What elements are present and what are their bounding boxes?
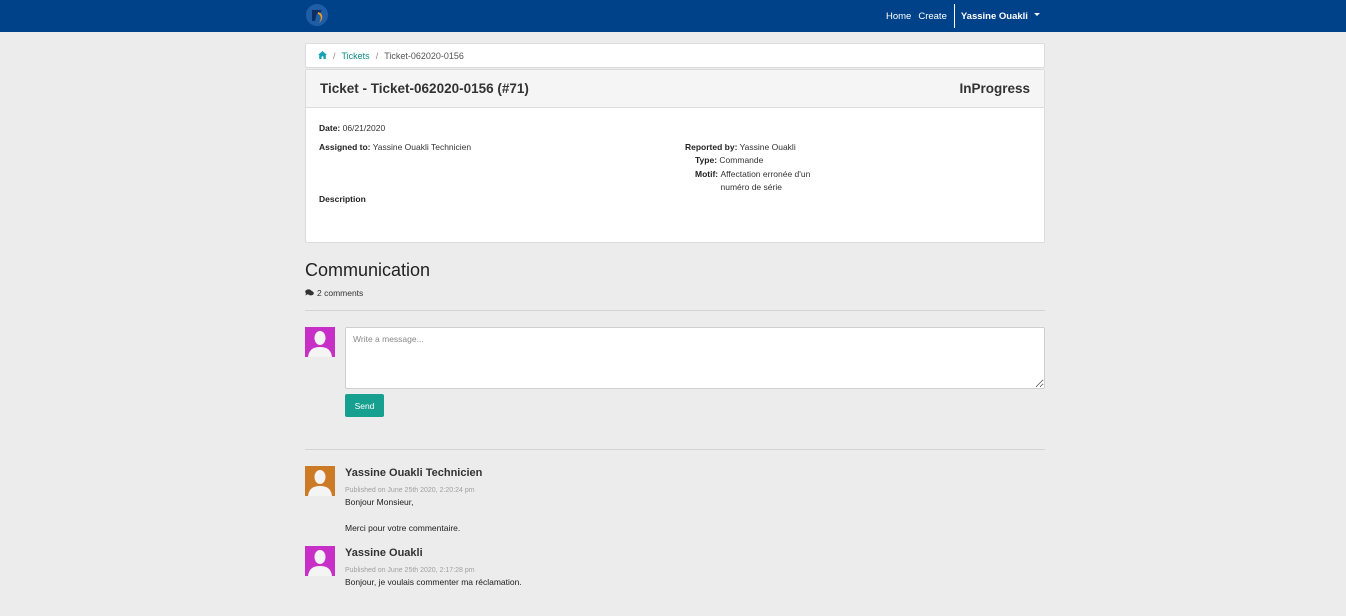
reported-field: Reported by: Yassine Ouakli xyxy=(685,142,796,152)
breadcrumb-separator: / xyxy=(333,50,336,61)
message-input[interactable] xyxy=(345,327,1045,389)
breadcrumb: / Tickets / Ticket-062020-0156 xyxy=(305,43,1045,68)
description-label: Description xyxy=(319,194,366,204)
comment-author-avatar xyxy=(305,466,335,496)
nav-home-link[interactable]: Home xyxy=(886,11,911,22)
motif-value: Affectation erronée d'un numéro de série xyxy=(720,169,811,192)
assigned-value: Yassine Ouakli Technicien xyxy=(372,142,472,152)
breadcrumb-tickets-link[interactable]: Tickets xyxy=(342,51,370,61)
ticket-card: Ticket - Ticket-062020-0156 (#71) InProg… xyxy=(305,69,1045,243)
send-button[interactable]: Send xyxy=(345,394,384,417)
comment-body: Bonjour, je voulais commenter ma réclama… xyxy=(345,577,522,587)
divider xyxy=(305,310,1045,311)
reported-label: Reported by: xyxy=(685,142,738,152)
reported-value: Yassine Ouakli xyxy=(739,142,796,152)
motif-label: Motif: xyxy=(695,169,719,179)
home-icon[interactable] xyxy=(318,50,327,61)
user-name: Yassine Ouakli xyxy=(960,10,1028,22)
description-field: Description xyxy=(319,194,366,204)
breadcrumb-current: Ticket-062020-0156 xyxy=(384,50,464,61)
comment-date: Published on June 25th 2020, 2:17:28 pm xyxy=(345,567,475,574)
current-user-avatar xyxy=(305,327,335,357)
caret-down-icon xyxy=(1033,12,1040,16)
date-value: 06/21/2020 xyxy=(342,123,386,133)
type-value: Commande xyxy=(719,155,764,165)
comment-author: Yassine Ouakli Technicien xyxy=(345,467,483,479)
comment-count: 2 comments xyxy=(305,288,363,298)
ticket-card-header: Ticket - Ticket-062020-0156 (#71) InProg… xyxy=(306,70,1044,108)
communication-heading: Communication xyxy=(305,260,431,280)
ticket-title: Ticket - Ticket-062020-0156 (#71) xyxy=(320,81,529,96)
ticket-status: InProgress xyxy=(959,81,1030,96)
comment-date: Published on June 25th 2020, 2:20:24 pm xyxy=(345,487,475,494)
date-label: Date: xyxy=(319,123,341,133)
top-navbar: Home Create Yassine Ouakli xyxy=(0,0,1346,32)
comment-count-text: 2 comments xyxy=(317,288,364,298)
type-field: Type: Commande xyxy=(695,155,763,165)
comments-icon xyxy=(305,288,314,298)
assigned-label: Assigned to: xyxy=(319,142,371,152)
type-label: Type: xyxy=(695,155,718,165)
comment-author-avatar xyxy=(305,546,335,576)
assigned-field: Assigned to: Yassine Ouakli Technicien xyxy=(319,142,471,152)
user-menu-dropdown[interactable]: Yassine Ouakli xyxy=(953,4,1040,28)
comment-body: Bonjour Monsieur, Merci pour votre comme… xyxy=(345,497,461,533)
motif-field: Motif: Affectation erronée d'un numéro d… xyxy=(695,168,831,194)
date-field: Date: 06/21/2020 xyxy=(319,123,385,133)
comment-author: Yassine Ouakli xyxy=(345,547,423,559)
nav-create-link[interactable]: Create xyxy=(918,11,947,22)
app-logo-icon[interactable] xyxy=(306,4,328,26)
breadcrumb-separator: / xyxy=(375,50,379,61)
divider xyxy=(305,449,1045,450)
